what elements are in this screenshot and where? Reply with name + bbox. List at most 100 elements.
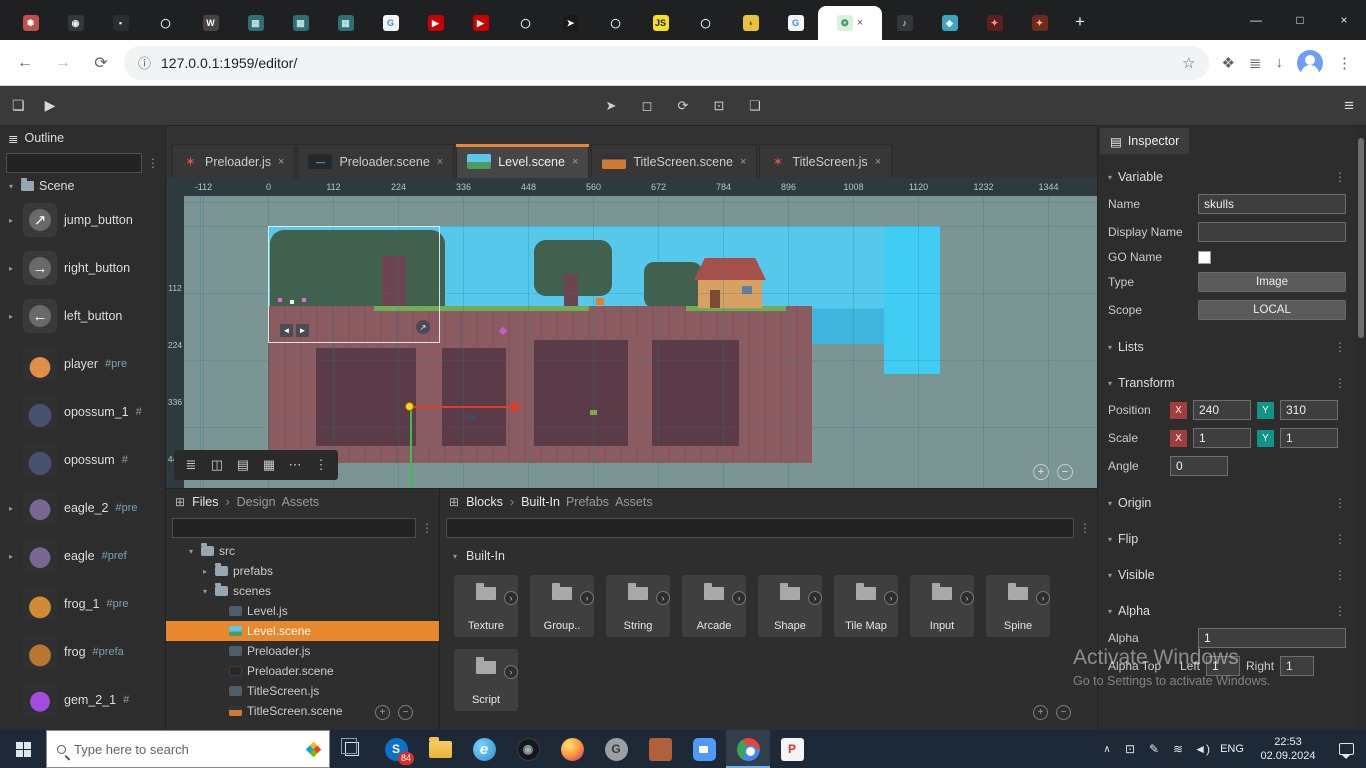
- section-flip[interactable]: ▾ Flip ⋮: [1098, 526, 1356, 552]
- caret-icon[interactable]: ▸: [6, 504, 16, 513]
- taskbar-app[interactable]: [418, 730, 462, 768]
- taskbar-app[interactable]: P: [770, 730, 814, 768]
- outline-item[interactable]: ▸ ↗ jump_button: [0, 196, 165, 244]
- gizmo-x-arrow[interactable]: [512, 401, 522, 413]
- file-tree-item[interactable]: Level.js: [166, 601, 439, 621]
- taskbar-clock[interactable]: 22:53 02.09.2024: [1250, 735, 1326, 764]
- expand-badge-icon[interactable]: [960, 591, 974, 605]
- taskbar-search[interactable]: Type here to search: [46, 730, 330, 768]
- section-visible[interactable]: ▾ Visible ⋮: [1098, 562, 1356, 588]
- breadcrumb-item[interactable]: Prefabs: [566, 495, 609, 509]
- taskbar-app[interactable]: S 84: [374, 730, 418, 768]
- file-tree-item[interactable]: Level.scene: [166, 621, 439, 641]
- downloads-icon[interactable]: ↓: [1276, 54, 1284, 71]
- expand-badge-icon[interactable]: [656, 591, 670, 605]
- alpha-input[interactable]: [1198, 628, 1346, 648]
- section-lists[interactable]: ▾ Lists ⋮: [1098, 334, 1356, 360]
- breadcrumb-item[interactable]: Assets: [615, 495, 653, 509]
- taskbar-app[interactable]: e: [462, 730, 506, 768]
- gizmo-origin-handle[interactable]: [405, 402, 414, 411]
- zoom-button[interactable]: +: [375, 705, 390, 720]
- tray-icon[interactable]: ≋: [1166, 742, 1190, 756]
- browser-tab[interactable]: JS: [638, 6, 683, 40]
- tool-button[interactable]: ⊡: [705, 94, 733, 118]
- reading-list-icon[interactable]: ≣: [1249, 54, 1262, 72]
- tab-close-icon[interactable]: ×: [857, 17, 863, 29]
- section-menu-icon[interactable]: ⋮: [1334, 568, 1346, 582]
- browser-tab[interactable]: ◯: [683, 6, 728, 40]
- bookmark-star-icon[interactable]: ☆: [1182, 54, 1195, 72]
- outline-filter-input[interactable]: [6, 153, 142, 173]
- outline-item[interactable]: frog #prefa: [0, 628, 165, 676]
- canvas-tool-button[interactable]: ≣: [178, 453, 204, 477]
- scene-canvas[interactable]: ◄ ► ↗ -112011222433644856067278489610081…: [166, 178, 1097, 488]
- position-y-input[interactable]: [1280, 400, 1338, 420]
- files-breadcrumb-root[interactable]: Files: [192, 495, 218, 509]
- tool-button[interactable]: ⟳: [669, 94, 697, 118]
- canvas-tool-button[interactable]: ⋯: [282, 453, 308, 477]
- browser-tab[interactable]: ▦: [323, 6, 368, 40]
- type-button[interactable]: Image: [1198, 272, 1346, 292]
- section-variable[interactable]: ▾ Variable ⋮: [1098, 164, 1356, 190]
- browser-tab[interactable]: ❂ ×: [818, 6, 882, 40]
- expand-badge-icon[interactable]: [732, 591, 746, 605]
- tray-icon[interactable]: ◄): [1190, 742, 1214, 756]
- outline-root[interactable]: ▾ Scene: [0, 176, 165, 196]
- profile-avatar[interactable]: [1297, 50, 1323, 76]
- files-filter-input[interactable]: [172, 518, 416, 538]
- taskbar-app[interactable]: [550, 730, 594, 768]
- browser-menu-icon[interactable]: ⋮: [1337, 54, 1352, 72]
- new-tab-button[interactable]: +: [1066, 8, 1094, 36]
- file-tree-item[interactable]: ▾ src: [166, 541, 439, 561]
- action-center-button[interactable]: [1326, 743, 1366, 755]
- start-button[interactable]: [0, 730, 46, 768]
- scene-tab[interactable]: TitleScreen.scene ×: [591, 144, 757, 178]
- section-menu-icon[interactable]: ⋮: [1334, 496, 1346, 510]
- zoom-button[interactable]: −: [398, 705, 413, 720]
- gizmo-y-axis[interactable]: [410, 408, 412, 488]
- extensions-icon[interactable]: ❖: [1221, 54, 1234, 72]
- outline-item[interactable]: opossum #: [0, 436, 165, 484]
- browser-tab[interactable]: ✽: [8, 6, 53, 40]
- browser-tab[interactable]: ♪: [882, 6, 927, 40]
- breadcrumb-item[interactable]: Design: [237, 495, 276, 509]
- section-menu-icon[interactable]: ⋮: [1334, 604, 1346, 618]
- alpha-top-left-input[interactable]: [1206, 656, 1240, 676]
- zoom-button[interactable]: −: [1056, 705, 1071, 720]
- breadcrumb-item[interactable]: Built-In: [521, 495, 560, 509]
- files-menu-icon[interactable]: ⋮: [421, 521, 433, 535]
- block-item[interactable]: Input: [910, 575, 974, 637]
- expand-badge-icon[interactable]: [808, 591, 822, 605]
- inspector-scrollbar[interactable]: [1356, 126, 1366, 730]
- outline-item[interactable]: ▸ eagle #pref: [0, 532, 165, 580]
- blocks-filter-input[interactable]: [446, 518, 1074, 538]
- browser-tab[interactable]: ◉: [53, 6, 98, 40]
- close-icon[interactable]: ×: [740, 156, 746, 168]
- section-menu-icon[interactable]: ⋮: [1334, 376, 1346, 390]
- taskbar-app[interactable]: [682, 730, 726, 768]
- browser-tab[interactable]: G: [368, 6, 413, 40]
- gizmo-x-axis[interactable]: [412, 406, 512, 408]
- caret-icon[interactable]: ▾: [186, 547, 196, 556]
- block-item[interactable]: Texture: [454, 575, 518, 637]
- block-item[interactable]: String: [606, 575, 670, 637]
- browser-tab[interactable]: ✦: [972, 6, 1017, 40]
- scope-button[interactable]: LOCAL: [1198, 300, 1346, 320]
- outline-item[interactable]: player #pre: [0, 340, 165, 388]
- taskbar-app[interactable]: [726, 730, 770, 768]
- close-icon[interactable]: ×: [278, 156, 284, 168]
- section-menu-icon[interactable]: ⋮: [1334, 532, 1346, 546]
- outline-menu-icon[interactable]: ⋮: [147, 156, 159, 170]
- browser-tab[interactable]: ▶: [413, 6, 458, 40]
- scene-tab[interactable]: Preloader.js ×: [172, 144, 295, 178]
- expand-badge-icon[interactable]: [884, 591, 898, 605]
- browser-tab[interactable]: ▦: [278, 6, 323, 40]
- tool-button[interactable]: ➤: [597, 94, 625, 118]
- zoom-button[interactable]: +: [1033, 464, 1049, 480]
- block-item[interactable]: Arcade: [682, 575, 746, 637]
- zoom-button[interactable]: +: [1033, 705, 1048, 720]
- section-menu-icon[interactable]: ⋮: [1334, 340, 1346, 354]
- caret-icon[interactable]: ▸: [6, 264, 16, 273]
- expand-badge-icon[interactable]: [1036, 591, 1050, 605]
- forward-button[interactable]: →: [48, 48, 78, 78]
